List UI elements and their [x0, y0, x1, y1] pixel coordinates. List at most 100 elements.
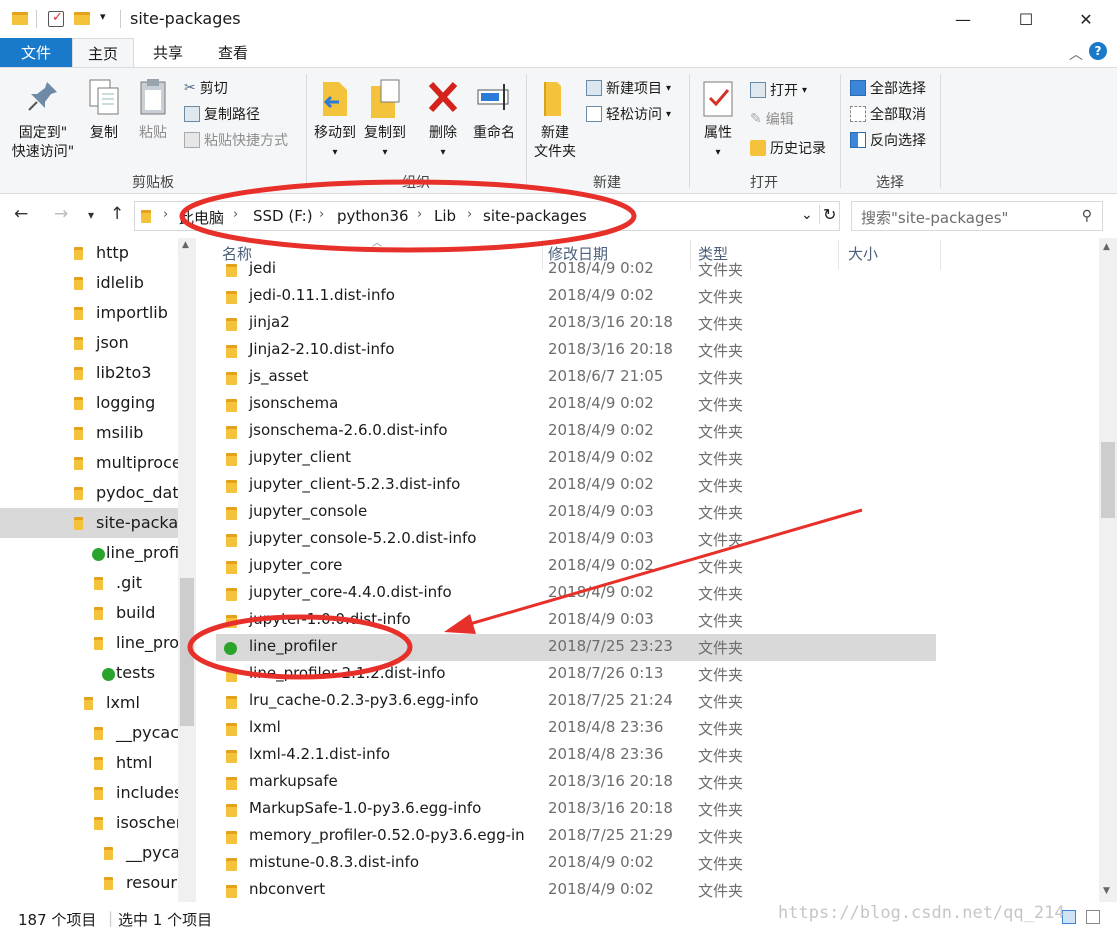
- tree-item[interactable]: site-packag: [0, 508, 178, 538]
- invert-selection-button[interactable]: 反向选择: [850, 130, 926, 150]
- tree-item[interactable]: resour: [0, 868, 178, 898]
- pin-to-quick-access-button[interactable]: 固定到" 快速访问": [6, 76, 80, 162]
- file-row[interactable]: memory_profiler-0.52.0-py3.6.egg-in 2018/…: [216, 823, 936, 850]
- chevron-right-icon[interactable]: ›: [417, 207, 422, 222]
- tree-item[interactable]: .git: [0, 568, 178, 598]
- file-row[interactable]: lxml-4.2.1.dist-info 2018/4/8 23:36 文件夹: [216, 742, 936, 769]
- copy-path-button[interactable]: 复制路径: [184, 104, 260, 124]
- chevron-right-icon[interactable]: ›: [163, 207, 168, 222]
- tree-item[interactable]: http: [0, 238, 178, 268]
- file-row[interactable]: markupsafe 2018/3/16 20:18 文件夹: [216, 769, 936, 796]
- file-row[interactable]: jupyter_client-5.2.3.dist-info 2018/4/9 0…: [216, 472, 936, 499]
- tree-item[interactable]: build: [0, 598, 178, 628]
- file-row[interactable]: jupyter_console 2018/4/9 0:03 文件夹: [216, 499, 936, 526]
- tree-item[interactable]: lxml: [0, 688, 178, 718]
- navigation-pane-scrollbar[interactable]: ▲: [178, 238, 196, 902]
- tree-item[interactable]: multiproce: [0, 448, 178, 478]
- file-row[interactable]: jinja2 2018/3/16 20:18 文件夹: [216, 310, 936, 337]
- tree-item[interactable]: pydoc_data: [0, 478, 178, 508]
- easy-access-button[interactable]: 轻松访问 ▾: [586, 104, 671, 124]
- breadcrumb-python36[interactable]: python36: [337, 207, 409, 225]
- close-button[interactable]: ✕: [1063, 0, 1109, 38]
- open-button[interactable]: 打开 ▾: [750, 80, 807, 100]
- refresh-icon[interactable]: ↻: [819, 205, 836, 224]
- rename-button[interactable]: 重命名: [470, 76, 518, 143]
- tree-item[interactable]: line_pro: [0, 628, 178, 658]
- paste-button[interactable]: 粘贴: [132, 76, 174, 143]
- forward-icon[interactable]: →: [54, 204, 68, 224]
- up-icon[interactable]: ↑: [110, 204, 124, 224]
- tree-item[interactable]: idlelib: [0, 268, 178, 298]
- tree-item[interactable]: logging: [0, 388, 178, 418]
- paste-shortcut-button[interactable]: 粘贴快捷方式: [184, 130, 288, 150]
- move-to-button[interactable]: 移动到 ▾: [312, 76, 358, 162]
- select-none-button[interactable]: 全部取消: [850, 104, 926, 124]
- file-row[interactable]: jsonschema 2018/4/9 0:02 文件夹: [216, 391, 936, 418]
- tree-item[interactable]: json: [0, 328, 178, 358]
- tree-item[interactable]: importlib: [0, 298, 178, 328]
- file-row[interactable]: jupyter_core-4.4.0.dist-info 2018/4/9 0:0…: [216, 580, 936, 607]
- new-item-button[interactable]: 新建项目 ▾: [586, 78, 671, 98]
- file-row[interactable]: nbconvert 2018/4/9 0:02 文件夹: [216, 877, 936, 902]
- back-icon[interactable]: ←: [14, 204, 28, 224]
- edit-button[interactable]: ✎ 编辑: [750, 109, 794, 129]
- tree-item[interactable]: html: [0, 748, 178, 778]
- search-icon[interactable]: ⚲: [1082, 208, 1092, 224]
- tree-item[interactable]: isoscher: [0, 808, 178, 838]
- quick-access-dropdown-icon[interactable]: ▾: [100, 10, 106, 30]
- chevron-right-icon[interactable]: ›: [467, 207, 472, 222]
- breadcrumb-this-pc[interactable]: 此电脑: [179, 207, 224, 228]
- file-row[interactable]: jupyter-1.0.0.dist-info 2018/4/9 0:03 文件夹: [216, 607, 936, 634]
- file-row[interactable]: jupyter_client 2018/4/9 0:02 文件夹: [216, 445, 936, 472]
- help-icon[interactable]: ?: [1089, 42, 1107, 60]
- new-folder-button[interactable]: 新建 文件夹: [530, 76, 580, 162]
- file-list-scrollbar[interactable]: ▲ ▼: [1099, 238, 1117, 902]
- large-icons-view-icon[interactable]: [1086, 910, 1100, 924]
- file-row[interactable]: jupyter_core 2018/4/9 0:02 文件夹: [216, 553, 936, 580]
- breadcrumb-site-packages[interactable]: site-packages: [483, 207, 587, 225]
- search-box[interactable]: 搜索"site-packages" ⚲: [851, 201, 1103, 231]
- file-row[interactable]: jedi 2018/4/9 0:02 文件夹: [216, 256, 936, 283]
- scroll-up-icon[interactable]: ▲: [182, 240, 189, 250]
- copy-to-button[interactable]: 复制到 ▾: [362, 76, 408, 162]
- scroll-up-icon[interactable]: ▲: [1103, 242, 1110, 252]
- maximize-button[interactable]: ☐: [1003, 0, 1049, 38]
- file-row[interactable]: mistune-0.8.3.dist-info 2018/4/9 0:02 文件夹: [216, 850, 936, 877]
- properties-button[interactable]: 属性 ▾: [698, 76, 738, 162]
- tree-item[interactable]: msilib: [0, 418, 178, 448]
- delete-button[interactable]: 删除 ▾: [422, 76, 464, 162]
- tree-item[interactable]: tests: [0, 658, 178, 688]
- file-row[interactable]: MarkupSafe-1.0-py3.6.egg-info 2018/3/16 2…: [216, 796, 936, 823]
- tree-item[interactable]: lib2to3: [0, 358, 178, 388]
- address-dropdown-icon[interactable]: ⌄: [801, 207, 813, 223]
- file-row[interactable]: jupyter_console-5.2.0.dist-info 2018/4/9 …: [216, 526, 936, 553]
- properties-check-icon[interactable]: ✓: [48, 10, 64, 27]
- file-row[interactable]: line_profiler-2.1.2.dist-info 2018/7/26 0…: [216, 661, 936, 688]
- tree-item[interactable]: includes: [0, 778, 178, 808]
- new-folder-quick-icon[interactable]: [74, 12, 90, 25]
- minimize-button[interactable]: —: [940, 0, 986, 38]
- address-bar[interactable]: › 此电脑 › SSD (F:) › python36 › Lib › site…: [134, 201, 840, 231]
- select-all-button[interactable]: 全部选择: [850, 78, 926, 98]
- history-button[interactable]: 历史记录: [750, 138, 826, 158]
- file-row[interactable]: Jinja2-2.10.dist-info 2018/3/16 20:18 文件夹: [216, 337, 936, 364]
- column-divider[interactable]: [940, 240, 941, 270]
- collapse-ribbon-icon[interactable]: ︿: [1069, 44, 1083, 64]
- tree-item[interactable]: __pyca: [0, 838, 178, 868]
- file-row[interactable]: jedi-0.11.1.dist-info 2018/4/9 0:02 文件夹: [216, 283, 936, 310]
- tab-file[interactable]: 文件: [0, 38, 72, 68]
- tree-item[interactable]: __pycach: [0, 718, 178, 748]
- recent-dropdown-icon[interactable]: ▾: [88, 208, 94, 222]
- file-row[interactable]: lru_cache-0.2.3-py3.6.egg-info 2018/7/25 …: [216, 688, 936, 715]
- scrollbar-thumb[interactable]: [1101, 442, 1115, 518]
- tab-home[interactable]: 主页: [72, 38, 134, 68]
- file-row[interactable]: jsonschema-2.6.0.dist-info 2018/4/9 0:02 文…: [216, 418, 936, 445]
- file-row[interactable]: js_asset 2018/6/7 21:05 文件夹: [216, 364, 936, 391]
- tab-view[interactable]: 查看: [204, 38, 262, 68]
- chevron-right-icon[interactable]: ›: [233, 207, 238, 222]
- copy-button[interactable]: 复制: [84, 76, 124, 143]
- scrollbar-thumb[interactable]: [180, 578, 194, 726]
- breadcrumb-drive[interactable]: SSD (F:): [253, 207, 313, 225]
- scroll-down-icon[interactable]: ▼: [1103, 886, 1110, 896]
- breadcrumb-lib[interactable]: Lib: [434, 207, 456, 225]
